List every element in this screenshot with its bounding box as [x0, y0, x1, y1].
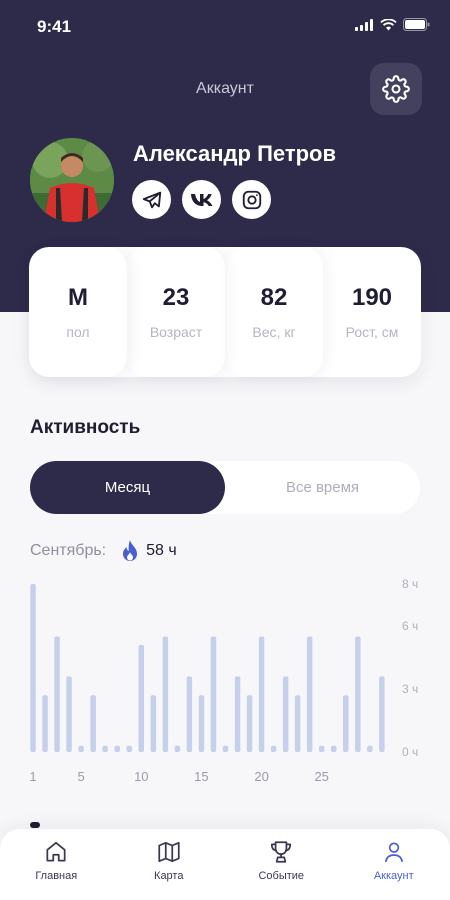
avatar-photo — [30, 138, 114, 222]
chart-bar — [222, 745, 229, 752]
chart-bar — [174, 745, 181, 752]
chart-bar — [198, 695, 205, 752]
vk-button[interactable] — [182, 180, 221, 219]
chart-bar — [54, 636, 60, 752]
x-tick-label: 15 — [194, 769, 208, 784]
status-icons — [355, 18, 430, 31]
activity-chart: 1 5 10 15 20 258 ч6 ч3 ч0 ч — [29, 577, 418, 784]
avatar[interactable] — [30, 138, 114, 222]
stat-label: Вес, кг — [252, 324, 296, 340]
chart-bar — [210, 636, 217, 752]
chart-bar — [162, 636, 169, 752]
stat-height: 190 Рост, см — [323, 247, 421, 377]
tab-map[interactable]: Карта — [113, 829, 226, 900]
tab-home[interactable]: Главная — [0, 829, 113, 900]
vk-icon — [190, 193, 212, 206]
map-icon — [158, 841, 180, 863]
x-tick-label: 20 — [254, 769, 268, 784]
chart-bar — [294, 695, 301, 752]
chart-bar — [319, 745, 325, 752]
status-time: 9:41 — [37, 17, 72, 36]
chart-bar — [343, 695, 349, 752]
chart-bar — [258, 636, 265, 752]
tab-all-time[interactable]: Все время — [225, 461, 420, 514]
home-icon — [46, 841, 66, 862]
user-icon — [384, 842, 403, 863]
tab-label: Главная — [35, 870, 78, 882]
y-tick-label: 0 ч — [402, 745, 418, 759]
month-label: Сентябрь: — [30, 542, 107, 559]
x-tick-label: 10 — [134, 769, 148, 784]
stat-value: 23 — [162, 284, 190, 311]
stat-weight: 82 Вес, кг — [225, 247, 323, 377]
chart-bar — [246, 695, 253, 752]
instagram-icon — [242, 190, 261, 209]
signal-icon — [355, 18, 373, 31]
x-tick-label: 1 — [29, 769, 36, 784]
tab-label: Событие — [258, 870, 305, 882]
stat-value: 190 — [351, 284, 393, 311]
chart-bar — [150, 695, 157, 752]
period-switcher: Месяц Все время — [30, 461, 420, 514]
user-name: Александр Петров — [133, 141, 337, 166]
stat-label: пол — [66, 324, 90, 340]
tab-account[interactable]: Аккаунт — [338, 829, 450, 900]
chart-bar — [270, 745, 277, 752]
trophy-icon — [271, 841, 292, 863]
tab-label: Аккаунт — [373, 870, 414, 882]
account-screen: 9:41 Аккаунт Александр Петров М пол 23 В… — [0, 0, 450, 900]
chart-bar — [331, 745, 337, 752]
y-tick-label: 6 ч — [402, 619, 418, 633]
social-links — [132, 180, 271, 219]
chart-bar — [282, 676, 289, 752]
chart-bar — [234, 676, 241, 752]
battery-icon — [403, 18, 430, 31]
chart-bar — [114, 745, 120, 752]
month-summary: Сентябрь: 58 ч — [30, 539, 177, 563]
y-tick-label: 8 ч — [402, 577, 418, 591]
bottom-tab-bar: Главная Карта Событие Аккаунт — [0, 829, 450, 900]
total-hours: 58 ч — [146, 542, 177, 559]
stat-age: 23 Возраст — [127, 247, 225, 377]
chart-bar — [186, 676, 193, 752]
wifi-icon — [380, 18, 397, 30]
chart-bar — [306, 636, 313, 752]
tab-month[interactable]: Месяц — [30, 461, 225, 514]
tab-event[interactable]: Событие — [225, 829, 338, 900]
stat-gender: М пол — [29, 247, 127, 377]
stat-value: 82 — [260, 284, 288, 311]
y-tick-label: 3 ч — [402, 682, 418, 696]
telegram-icon — [142, 191, 161, 208]
status-bar: 9:41 — [0, 0, 450, 52]
x-tick-label: 25 — [314, 769, 328, 784]
stats-card: М пол 23 Возраст 82 Вес, кг 190 Рост, см — [29, 247, 421, 377]
gear-icon — [382, 75, 410, 103]
chart-bar — [138, 644, 144, 752]
next-section-peek — [30, 822, 40, 828]
chart-bar — [102, 745, 108, 752]
chart-bar — [367, 745, 373, 752]
activity-title: Активность — [30, 417, 141, 438]
chart-bar — [78, 745, 84, 752]
tab-label: Карта — [154, 870, 184, 882]
telegram-button[interactable] — [132, 180, 171, 219]
chart-bar — [66, 676, 72, 752]
stat-label: Возраст — [149, 324, 203, 340]
stat-value: М — [68, 284, 88, 311]
settings-button[interactable] — [370, 63, 422, 115]
chart-bar — [379, 676, 385, 752]
chart-bar — [30, 584, 36, 752]
chart-bar — [126, 745, 132, 752]
chart-bar — [90, 695, 96, 752]
instagram-button[interactable] — [232, 180, 271, 219]
stat-label: Рост, см — [345, 324, 399, 340]
flame-icon — [123, 540, 138, 561]
chart-bar — [42, 695, 48, 752]
x-tick-label: 5 — [77, 769, 84, 784]
chart-bar — [355, 636, 361, 752]
